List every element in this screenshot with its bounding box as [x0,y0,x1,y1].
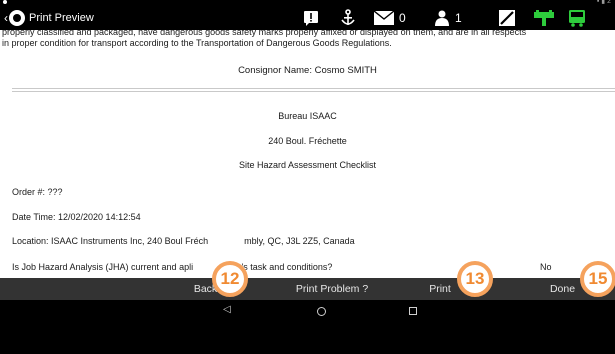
jha-question: Is Job Hazard Analysis (JHA) current and… [12,262,332,272]
users-count: 1 [455,11,462,25]
order-number: Order #: ??? [12,187,63,197]
app-bar: ‹ Print Preview 0 1 [0,6,615,30]
nav-back-icon[interactable]: ◁ [223,304,231,315]
mail-icon [374,11,394,25]
callout-badge-12: 12 [212,261,248,297]
form-title: Site Hazard Assessment Checklist [238,160,377,170]
messages-count: 0 [399,11,406,25]
notification-dot-icon [3,0,7,4]
date-time: Date Time: 12/02/2020 14:12:54 [12,212,141,222]
jha-answer: No [540,262,552,272]
anchor-icon[interactable] [340,9,356,27]
declaration-text: properly classified and packaged, have d… [2,30,613,49]
location-start: Location: ISAAC Instruments Inc, 240 Bou… [12,236,209,246]
declaration-line-2: in proper condition for transport accord… [2,38,392,48]
app-back-button[interactable]: ‹ Print Preview [4,6,94,30]
nav-recents-icon[interactable] [409,307,417,315]
declaration-line-1: properly classified and packaged, have d… [2,30,527,37]
consignor-name: Consignor Name: Cosmo SMITH [238,65,377,76]
location-end: mbly, QC, J3L 2Z5, Canada [244,236,355,246]
callout-badge-13: 13 [457,261,493,297]
nav-home-icon[interactable] [317,307,326,316]
document-status-icon[interactable] [499,9,515,27]
page-title: Print Preview [29,12,94,24]
print-problem-button[interactable]: Print Problem ? [282,278,382,300]
question-start: Is Job Hazard Analysis (JHA) current and… [12,262,194,272]
alert-icon[interactable] [303,9,319,27]
print-preview-document[interactable]: properly classified and packaged, have d… [0,30,615,278]
company-name: Bureau ISAAC [278,111,337,121]
divider-double-bottom [12,91,615,92]
location: Location: ISAAC Instruments Inc, 240 Bou… [12,236,355,246]
action-button-bar: Back Print Problem ? Print Done [0,278,615,300]
app-logo-icon [9,10,25,26]
question-end: y's task and conditions? [237,262,333,272]
chevron-left-icon: ‹ [4,11,8,25]
callout-badge-15: 15 [580,261,615,297]
users-indicator[interactable]: 1 [434,9,462,27]
divider-double-top [12,88,615,89]
system-nav-bar: ◁ [0,300,615,354]
company-address: 240 Boul. Fréchette [268,136,347,146]
trailer-icon[interactable] [534,9,554,27]
user-icon [435,10,449,26]
messages-indicator[interactable]: 0 [374,9,406,27]
truck-icon[interactable] [568,9,586,27]
